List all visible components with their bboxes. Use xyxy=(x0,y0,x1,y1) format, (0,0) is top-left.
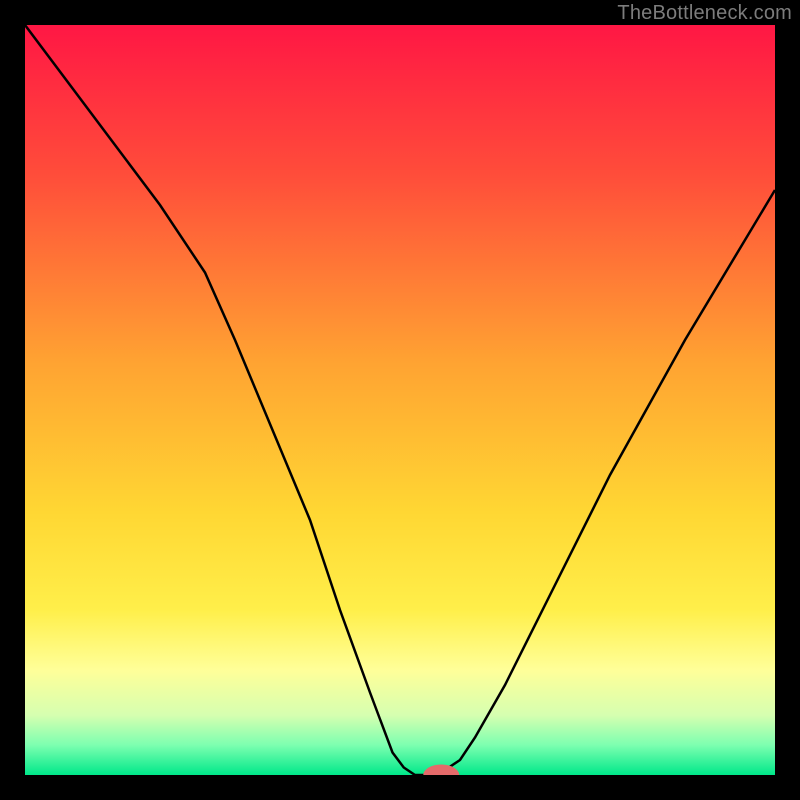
chart-frame: TheBottleneck.com xyxy=(0,0,800,800)
watermark-label: TheBottleneck.com xyxy=(617,2,792,25)
chart-plot-area xyxy=(25,25,775,775)
chart-svg xyxy=(25,25,775,775)
chart-background xyxy=(25,25,775,775)
